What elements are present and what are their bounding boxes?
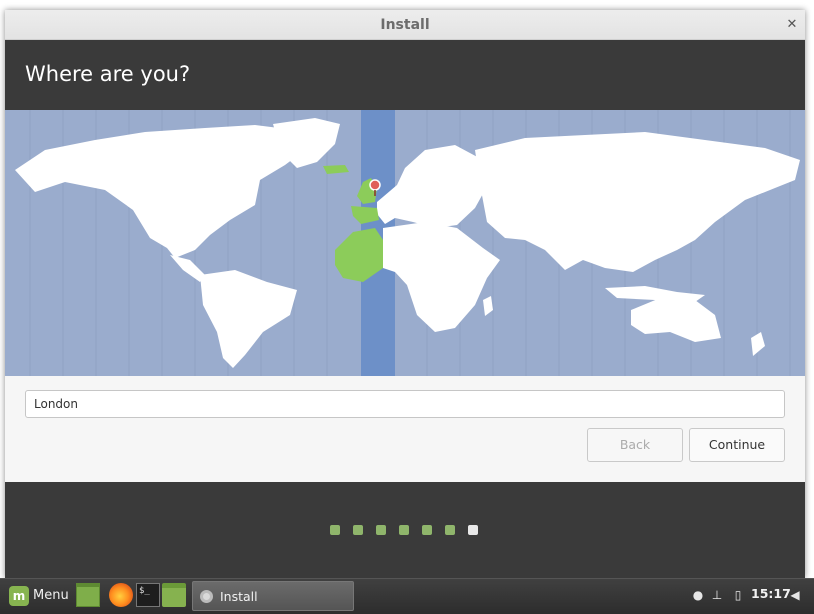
progress-dot [445, 525, 455, 535]
continue-button[interactable]: Continue [689, 428, 785, 462]
page-title: Where are you? [25, 62, 191, 86]
window-titlebar[interactable]: Install ✕ [5, 10, 805, 40]
progress-dot [399, 525, 409, 535]
menu-button[interactable]: m Menu [6, 582, 72, 610]
back-button[interactable]: Back [587, 428, 683, 462]
user-icon[interactable]: ● [691, 587, 705, 603]
show-desktop-icon[interactable] [76, 583, 100, 607]
terminal-icon[interactable]: $_ [136, 583, 160, 607]
clock[interactable]: 15:17 [751, 586, 791, 601]
taskbar: m Menu $_ Install ● ⊥ ▯ 15:17 ◀ [0, 578, 814, 614]
taskbar-window-button[interactable]: Install [192, 581, 354, 611]
network-icon[interactable]: ⊥ [710, 587, 724, 603]
window-title: Install [380, 17, 430, 33]
iceland-shape [323, 165, 349, 174]
menu-label: Menu [33, 588, 69, 603]
new-zealand-shape [751, 332, 765, 356]
progress-dot [422, 525, 432, 535]
progress-dot [353, 525, 363, 535]
progress-dot [330, 525, 340, 535]
files-icon[interactable] [162, 583, 186, 607]
battery-icon[interactable]: ▯ [731, 587, 745, 603]
volume-icon[interactable]: ◀ [788, 587, 802, 603]
madagascar-shape [483, 296, 493, 316]
asia-shape [475, 132, 800, 272]
page-header: Where are you? [5, 40, 805, 110]
timezone-input[interactable] [25, 390, 785, 418]
close-icon[interactable]: ✕ [785, 18, 799, 32]
cd-icon [200, 590, 213, 603]
africa-shape [383, 222, 500, 332]
south-america-shape [200, 270, 297, 368]
world-map-graphic [15, 110, 800, 376]
taskbar-window-label: Install [220, 589, 258, 604]
content-area: Back Continue [5, 376, 805, 482]
install-window: Install ✕ Where are you? London Back Con… [5, 10, 805, 578]
central-america-shape [170, 255, 205, 282]
firefox-icon[interactable] [109, 583, 133, 607]
timezone-map[interactable] [5, 110, 805, 376]
installer-footer [5, 482, 805, 578]
desktop: Install ✕ Where are you? London Back Con… [0, 0, 814, 614]
progress-dot [376, 525, 386, 535]
australia-shape [631, 296, 721, 342]
progress-dot [468, 525, 478, 535]
mint-logo-icon: m [9, 586, 29, 606]
